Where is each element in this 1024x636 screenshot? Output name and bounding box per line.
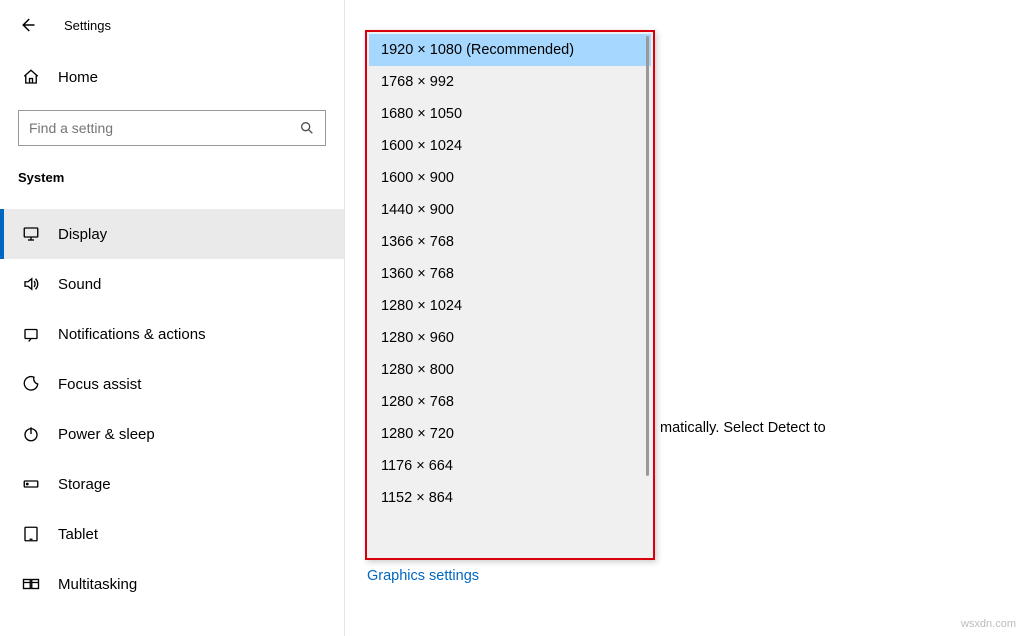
header-row: Settings	[0, 0, 344, 50]
nav-item-tablet[interactable]: Tablet	[0, 509, 344, 559]
resolution-dropdown[interactable]: 1920 × 1080 (Recommended) 1768 × 992 168…	[365, 30, 655, 560]
home-icon	[22, 68, 40, 86]
back-arrow-icon[interactable]	[18, 16, 36, 34]
dropdown-list: 1920 × 1080 (Recommended) 1768 × 992 168…	[369, 34, 651, 556]
sound-icon	[22, 275, 40, 293]
power-icon	[22, 425, 40, 443]
nav-list: Display Sound Notifications & actions	[0, 209, 344, 609]
nav-label: Storage	[58, 476, 111, 493]
resolution-option[interactable]: 1152 × 864	[369, 482, 651, 514]
multitasking-icon	[22, 575, 40, 593]
nav-label: Display	[58, 226, 107, 243]
resolution-option[interactable]: 1280 × 800	[369, 354, 651, 386]
focus-assist-icon	[22, 375, 40, 393]
resolution-option[interactable]: 1920 × 1080 (Recommended)	[369, 34, 651, 66]
nav-label: Focus assist	[58, 376, 141, 393]
resolution-option[interactable]: 1600 × 1024	[369, 130, 651, 162]
resolution-option[interactable]: 1600 × 900	[369, 162, 651, 194]
search-box[interactable]	[18, 110, 326, 146]
storage-icon	[22, 475, 40, 493]
resolution-option[interactable]: 1176 × 664	[369, 450, 651, 482]
nav-label: Multitasking	[58, 576, 137, 593]
resolution-option[interactable]: 1280 × 1024	[369, 290, 651, 322]
nav-label: Tablet	[58, 526, 98, 543]
resolution-option[interactable]: 1280 × 768	[369, 386, 651, 418]
nav-item-power-sleep[interactable]: Power & sleep	[0, 409, 344, 459]
notifications-icon	[22, 325, 40, 343]
resolution-option[interactable]: 1768 × 992	[369, 66, 651, 98]
tablet-icon	[22, 525, 40, 543]
search-input[interactable]	[29, 120, 299, 136]
resolution-option[interactable]: 1360 × 768	[369, 258, 651, 290]
resolution-option[interactable]: 1280 × 720	[369, 418, 651, 450]
resolution-option[interactable]: 1366 × 768	[369, 226, 651, 258]
settings-sidebar: Settings Home System	[0, 0, 345, 636]
nav-label: Power & sleep	[58, 426, 155, 443]
search-icon	[299, 120, 315, 136]
partial-description-text: matically. Select Detect to	[660, 420, 826, 436]
resolution-option[interactable]: 1280 × 960	[369, 322, 651, 354]
home-label: Home	[58, 69, 98, 86]
dropdown-inner: 1920 × 1080 (Recommended) 1768 × 992 168…	[367, 32, 653, 558]
nav-item-sound[interactable]: Sound	[0, 259, 344, 309]
nav-item-storage[interactable]: Storage	[0, 459, 344, 509]
section-system-label: System	[0, 164, 344, 191]
watermark-text: wsxdn.com	[961, 618, 1016, 630]
nav-item-focus-assist[interactable]: Focus assist	[0, 359, 344, 409]
resolution-option[interactable]: 1440 × 900	[369, 194, 651, 226]
dropdown-scrollbar[interactable]	[646, 36, 649, 476]
home-nav-item[interactable]: Home	[0, 58, 344, 96]
content-area: 1920 × 1080 (Recommended) 1768 × 992 168…	[345, 0, 1024, 636]
nav-item-notifications[interactable]: Notifications & actions	[0, 309, 344, 359]
window-title: Settings	[64, 18, 111, 33]
nav-item-multitasking[interactable]: Multitasking	[0, 559, 344, 609]
nav-item-display[interactable]: Display	[0, 209, 344, 259]
resolution-option[interactable]: 1680 × 1050	[369, 98, 651, 130]
nav-label: Sound	[58, 276, 101, 293]
nav-label: Notifications & actions	[58, 326, 206, 343]
graphics-settings-link[interactable]: Graphics settings	[367, 568, 479, 584]
display-icon	[22, 225, 40, 243]
